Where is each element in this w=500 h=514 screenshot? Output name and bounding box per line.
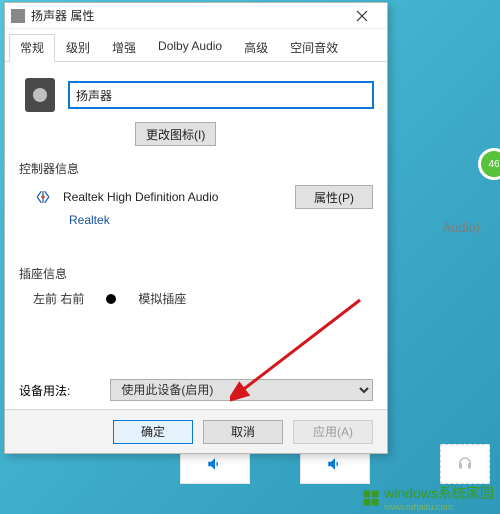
- speaker-properties-dialog: 扬声器 属性 常规 级别 增强 Dolby Audio 高级 空间音效 更改图标…: [4, 2, 388, 454]
- jack-type: 模拟插座: [138, 290, 186, 307]
- tab-levels[interactable]: 级别: [55, 34, 101, 62]
- tab-dolby[interactable]: Dolby Audio: [147, 34, 233, 62]
- jack-location: 左前 右前: [33, 290, 84, 307]
- device-icon: [25, 78, 55, 112]
- windows-logo-icon: [362, 489, 380, 507]
- volume-icon: [206, 455, 224, 473]
- device-name-input[interactable]: [69, 82, 373, 108]
- tab-general[interactable]: 常规: [9, 34, 55, 62]
- close-button[interactable]: [343, 5, 381, 27]
- jack-color-dot: [106, 294, 116, 304]
- cancel-button[interactable]: 取消: [203, 420, 283, 444]
- tab-advanced[interactable]: 高级: [233, 34, 279, 62]
- titlebar: 扬声器 属性: [5, 3, 387, 29]
- controller-properties-button[interactable]: 属性(P): [295, 185, 373, 209]
- titlebar-title: 扬声器 属性: [31, 7, 343, 24]
- controller-vendor: Realtek: [69, 213, 373, 227]
- ok-button[interactable]: 确定: [113, 420, 193, 444]
- watermark-text: windows系统家园: [384, 483, 494, 503]
- tab-spatial[interactable]: 空间音效: [279, 34, 349, 62]
- controller-chip-icon: [33, 187, 53, 207]
- volume-icon: [326, 455, 344, 473]
- device-usage-select[interactable]: 使用此设备(启用): [110, 379, 373, 401]
- watermark-sub: www.ruhaitu.com: [384, 503, 494, 512]
- controller-name: Realtek High Definition Audio: [63, 190, 285, 204]
- titlebar-icon: [11, 9, 25, 23]
- background-device-label: Audio): [442, 220, 480, 235]
- close-icon: [356, 10, 368, 22]
- headset-icon: [456, 455, 474, 473]
- tab-content-general: 更改图标(I) 控制器信息 Realtek High Definition Au…: [5, 62, 387, 409]
- jack-section-label: 插座信息: [19, 265, 373, 282]
- extra-tile[interactable]: [440, 444, 490, 484]
- tab-row: 常规 级别 增强 Dolby Audio 高级 空间音效: [5, 29, 387, 62]
- tab-enhance[interactable]: 增强: [101, 34, 147, 62]
- apply-button[interactable]: 应用(A): [293, 420, 373, 444]
- watermark: windows系统家园 www.ruhaitu.com: [362, 483, 494, 512]
- controller-section-label: 控制器信息: [19, 160, 373, 177]
- device-usage-label: 设备用法:: [19, 382, 70, 399]
- change-icon-button[interactable]: 更改图标(I): [135, 122, 216, 146]
- dialog-footer: 确定 取消 应用(A): [5, 409, 387, 453]
